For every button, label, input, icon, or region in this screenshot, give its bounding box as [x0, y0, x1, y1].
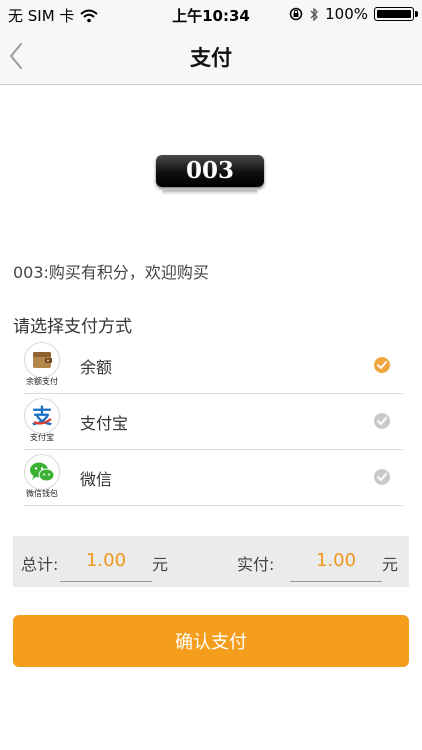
payment-caption: 余额支付 [26, 377, 58, 386]
check-icon [374, 413, 390, 429]
battery-icon [374, 7, 418, 21]
payment-name: 余额 [80, 358, 113, 377]
bluetooth-icon [310, 6, 319, 22]
product-description: 003:购买有积分，欢迎购买 [13, 263, 209, 282]
alipay-icon: 支 [24, 398, 60, 434]
payment-caption: 微信钱包 [26, 489, 58, 498]
total-label: 总计: [21, 555, 59, 574]
actual-underline [290, 581, 382, 582]
actual-label: 实付: [237, 555, 275, 574]
payment-option-balance[interactable]: 余额支付 余额 [24, 338, 403, 394]
total-amount: 1.00 [85, 550, 127, 571]
svg-text:支: 支 [32, 404, 53, 428]
actual-unit: 元 [382, 555, 399, 574]
check-icon [374, 357, 390, 373]
payment-caption: 支付宝 [30, 433, 54, 442]
rotation-lock-icon [289, 7, 303, 21]
wechat-icon [24, 454, 60, 490]
total-unit: 元 [152, 555, 169, 574]
payment-name: 微信 [80, 470, 113, 489]
payment-option-wechat[interactable]: 微信钱包 微信 [24, 450, 403, 506]
battery-level [377, 10, 411, 18]
totals-bar: 总计: 1.00 元 实付: 1.00 元 [13, 536, 409, 587]
payment-method-title: 请选择支付方式 [13, 317, 132, 337]
actual-amount: 1.00 [315, 550, 357, 571]
confirm-payment-button[interactable]: 确认支付 [13, 615, 409, 667]
wallet-icon [24, 342, 60, 378]
battery-percent: 100% [325, 5, 368, 23]
page-title: 支付 [190, 46, 232, 70]
payment-option-alipay[interactable]: 支 支付宝 支付宝 [24, 394, 403, 450]
nav-bar: 支付 [0, 28, 422, 85]
payment-name: 支付宝 [80, 414, 129, 433]
status-bar: 无 SIM 卡 上午10:34 100% [0, 0, 422, 28]
check-icon [374, 469, 390, 485]
total-underline [60, 581, 152, 582]
product-code-badge: 003 [156, 155, 264, 195]
